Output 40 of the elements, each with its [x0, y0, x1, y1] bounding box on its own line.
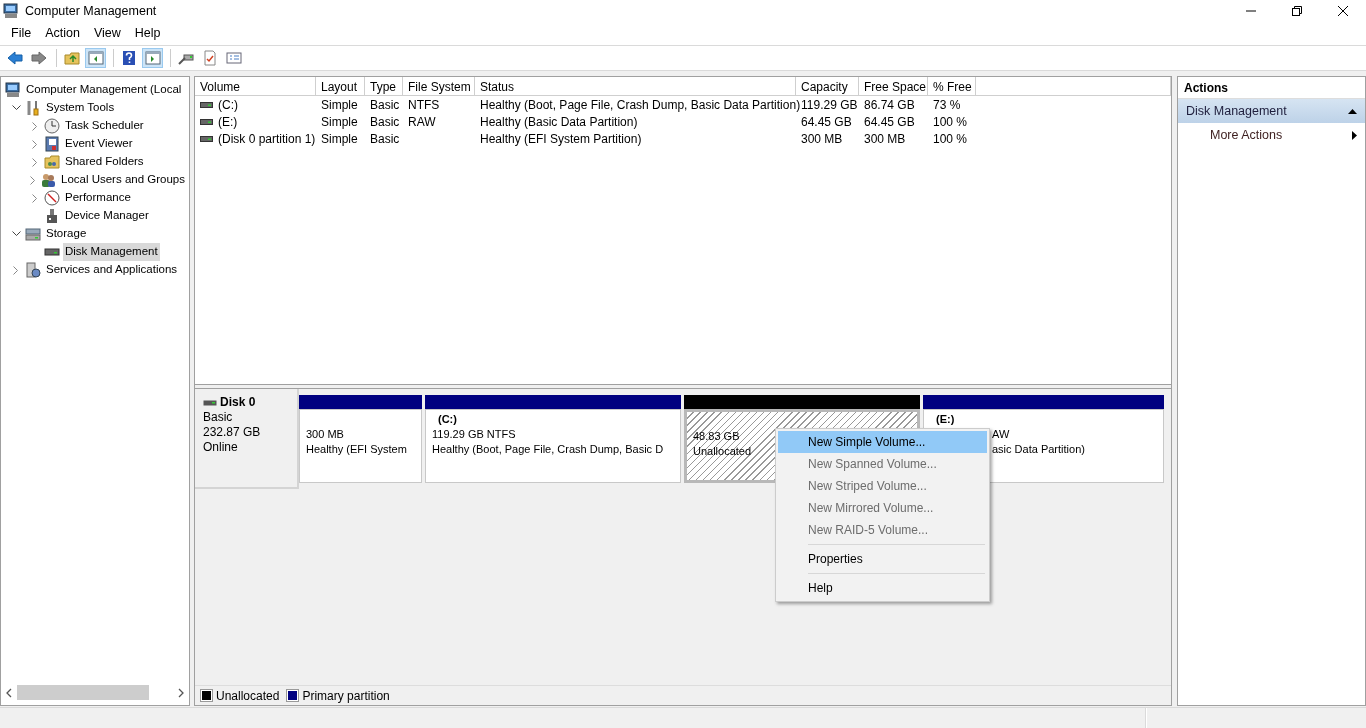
partition-size: AW — [991, 427, 1010, 442]
table-cell-text: Healthy (Basic Data Partition) — [480, 113, 638, 131]
partition-title: (E:) — [935, 412, 955, 427]
table-cell-text: Basic — [370, 113, 400, 131]
disk-name: Disk 0 — [220, 395, 256, 410]
table-cell-text: 300 MB — [801, 130, 843, 148]
table-cell-text: 100 % — [933, 130, 968, 148]
table-cell-text: 119.29 GB — [801, 96, 858, 114]
partition-size: 119.29 GB NTFS — [432, 427, 516, 442]
table-cell-text: Simple — [321, 113, 358, 131]
table-cell-text: 86.74 GB — [864, 96, 915, 114]
partition-status: Healthy (Boot, Page File, Crash Dump, Basic D — [432, 442, 664, 457]
window-title: Computer Management — [25, 2, 158, 20]
partition-status: Unallocated — [693, 444, 752, 459]
table-cell-text: 73 % — [933, 96, 961, 114]
table-cell-text: (E:) — [218, 113, 238, 131]
partition-size: 300 MB — [306, 427, 344, 442]
table-cell-text: (Disk 0 partition 1) — [218, 130, 316, 148]
table-cell-text: 100 % — [933, 113, 968, 131]
table-cell-text: Simple — [321, 96, 358, 114]
table-cell-text: Basic — [370, 130, 400, 148]
table-cell-text: RAW — [408, 113, 436, 131]
partition-status: Healthy (EFI System — [306, 442, 407, 457]
table-cell-text: NTFS — [408, 96, 440, 114]
partition-status: asic Data Partition) — [991, 442, 1085, 457]
disk-size: 232.87 GB — [203, 425, 262, 440]
table-cell-text: 300 MB — [864, 130, 906, 148]
table-cell-text: (C:) — [218, 96, 238, 114]
partition-title: (C:) — [437, 412, 457, 427]
disk-status: Online — [203, 440, 239, 455]
disk-type: Basic — [203, 410, 234, 425]
partition-size: 48.83 GB — [693, 429, 740, 444]
table-cell-text: Healthy (Boot, Page File, Crash Dump, Basic Data Partition) — [480, 96, 801, 114]
table-cell-text: Healthy (EFI System Partition) — [480, 130, 642, 148]
table-cell-text: 64.45 GB — [864, 113, 915, 131]
legend-label: Unallocated — [216, 687, 280, 705]
table-cell-text: Basic — [370, 96, 400, 114]
table-cell-text: Simple — [321, 130, 358, 148]
table-cell-text: 64.45 GB — [801, 113, 852, 131]
legend-label: Primary partition — [302, 687, 390, 705]
